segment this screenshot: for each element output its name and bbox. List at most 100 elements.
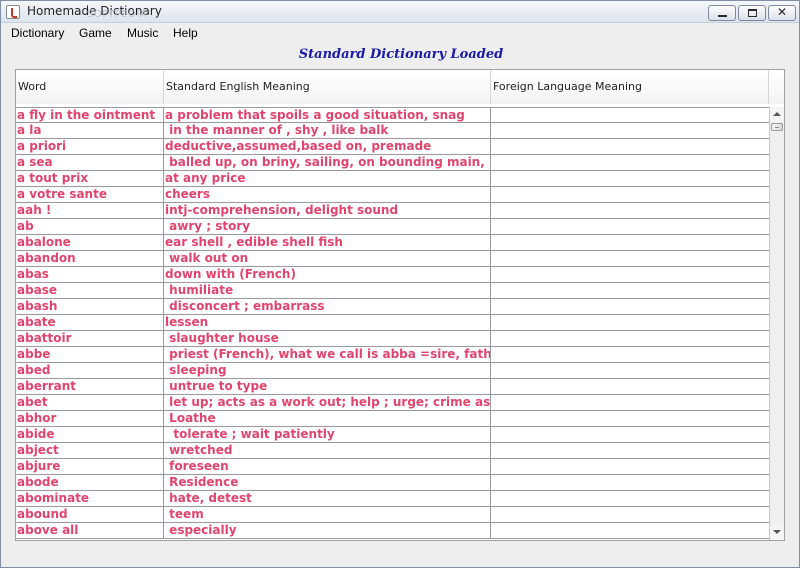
standard-meaning-cell[interactable]: disconcert ; embarrass — [164, 299, 491, 314]
standard-meaning-cell[interactable]: foreseen — [164, 459, 491, 474]
standard-meaning-cell[interactable]: intj-comprehension, delight sound — [164, 203, 491, 218]
standard-meaning-cell[interactable]: tolerate ; wait patiently — [164, 427, 491, 442]
foreign-meaning-cell[interactable] — [491, 363, 769, 378]
word-cell[interactable]: aah ! — [16, 203, 164, 218]
standard-meaning-cell[interactable]: Residence — [164, 475, 491, 490]
foreign-meaning-cell[interactable] — [491, 203, 769, 218]
standard-meaning-cell[interactable]: in the manner of , shy , like balk — [164, 123, 491, 138]
word-cell[interactable]: a priori — [16, 139, 164, 154]
table-row[interactable]: abide tolerate ; wait patiently — [16, 427, 769, 443]
word-cell[interactable]: a la — [16, 123, 164, 138]
standard-meaning-cell[interactable]: awry ; story — [164, 219, 491, 234]
scroll-thumb[interactable] — [771, 123, 783, 131]
menu-music[interactable]: Music — [127, 26, 158, 40]
foreign-meaning-cell[interactable] — [491, 283, 769, 298]
standard-meaning-cell[interactable]: untrue to type — [164, 379, 491, 394]
close-button[interactable]: ✕ — [768, 5, 796, 21]
table-row[interactable]: a sea balled up, on briny, sailing, on b… — [16, 155, 769, 171]
table-row[interactable]: a la in the manner of , shy , like balk — [16, 123, 769, 139]
column-header-word[interactable]: Word — [16, 70, 164, 104]
table-row[interactable]: aberrant untrue to type — [16, 379, 769, 395]
word-cell[interactable]: abate — [16, 315, 164, 330]
foreign-meaning-cell[interactable] — [491, 123, 769, 138]
table-row[interactable]: aah ! intj-comprehension, delight sound — [16, 203, 769, 219]
standard-meaning-cell[interactable]: Loathe — [164, 411, 491, 426]
word-cell[interactable]: abhor — [16, 411, 164, 426]
word-cell[interactable]: abash — [16, 299, 164, 314]
standard-meaning-cell[interactable]: teem — [164, 507, 491, 522]
word-cell[interactable]: a tout prix — [16, 171, 164, 186]
table-row[interactable]: abas down with (French) — [16, 267, 769, 283]
foreign-meaning-cell[interactable] — [491, 267, 769, 282]
foreign-meaning-cell[interactable] — [491, 379, 769, 394]
table-row[interactable]: abandon walk out on — [16, 251, 769, 267]
foreign-meaning-cell[interactable] — [491, 395, 769, 410]
standard-meaning-cell[interactable]: cheers — [164, 187, 491, 202]
table-row[interactable]: abbe priest (French), what we call is ab… — [16, 347, 769, 363]
table-row[interactable]: abjure foreseen — [16, 459, 769, 475]
word-cell[interactable]: abandon — [16, 251, 164, 266]
table-row[interactable]: a votre sante cheers — [16, 187, 769, 203]
table-row[interactable]: abattoir slaughter house — [16, 331, 769, 347]
table-row[interactable]: ab awry ; story — [16, 219, 769, 235]
standard-meaning-cell[interactable]: deductive,assumed,based on, premade — [164, 139, 491, 154]
scroll-up-button[interactable] — [770, 107, 784, 122]
standard-meaning-cell[interactable]: balled up, on briny, sailing, on boundin… — [164, 155, 491, 170]
word-cell[interactable]: abed — [16, 363, 164, 378]
table-row[interactable]: abash disconcert ; embarrass — [16, 299, 769, 315]
column-header-standard-meaning[interactable]: Standard English Meaning — [164, 70, 491, 104]
foreign-meaning-cell[interactable] — [491, 139, 769, 154]
table-row[interactable]: abode Residence — [16, 475, 769, 491]
foreign-meaning-cell[interactable] — [491, 427, 769, 442]
word-cell[interactable]: abbe — [16, 347, 164, 362]
word-cell[interactable]: abominate — [16, 491, 164, 506]
standard-meaning-cell[interactable]: humiliate — [164, 283, 491, 298]
menu-game[interactable]: Game — [79, 26, 112, 40]
word-cell[interactable]: abase — [16, 283, 164, 298]
foreign-meaning-cell[interactable] — [491, 475, 769, 490]
word-cell[interactable]: abound — [16, 507, 164, 522]
word-cell[interactable]: abet — [16, 395, 164, 410]
foreign-meaning-cell[interactable] — [491, 443, 769, 458]
table-row[interactable]: abominate hate, detest — [16, 491, 769, 507]
standard-meaning-cell[interactable]: ear shell , edible shell fish — [164, 235, 491, 250]
table-row[interactable]: a fly in the ointment a problem that spoi… — [16, 107, 769, 123]
word-cell[interactable]: abide — [16, 427, 164, 442]
standard-meaning-cell[interactable]: especially — [164, 523, 491, 538]
word-cell[interactable]: ab — [16, 219, 164, 234]
foreign-meaning-cell[interactable] — [491, 108, 769, 123]
standard-meaning-cell[interactable]: down with (French) — [164, 267, 491, 282]
maximize-button[interactable] — [738, 5, 766, 21]
table-row[interactable]: a priori deductive,assumed,based on, prem… — [16, 139, 769, 155]
foreign-meaning-cell[interactable] — [491, 187, 769, 202]
word-cell[interactable]: abattoir — [16, 331, 164, 346]
standard-meaning-cell[interactable]: hate, detest — [164, 491, 491, 506]
word-cell[interactable]: a sea — [16, 155, 164, 170]
foreign-meaning-cell[interactable] — [491, 507, 769, 522]
table-row[interactable]: abalone ear shell , edible shell fish — [16, 235, 769, 251]
table-row[interactable]: abject wretched — [16, 443, 769, 459]
foreign-meaning-cell[interactable] — [491, 459, 769, 474]
foreign-meaning-cell[interactable] — [491, 171, 769, 186]
word-cell[interactable]: abjure — [16, 459, 164, 474]
foreign-meaning-cell[interactable] — [491, 331, 769, 346]
standard-meaning-cell[interactable]: a problem that spoils a good situation, … — [164, 108, 491, 123]
foreign-meaning-cell[interactable] — [491, 299, 769, 314]
table-row[interactable]: a tout prix at any price — [16, 171, 769, 187]
foreign-meaning-cell[interactable] — [491, 523, 769, 538]
foreign-meaning-cell[interactable] — [491, 155, 769, 170]
word-cell[interactable]: abject — [16, 443, 164, 458]
word-cell[interactable]: a votre sante — [16, 187, 164, 202]
word-cell[interactable]: abalone — [16, 235, 164, 250]
standard-meaning-cell[interactable]: slaughter house — [164, 331, 491, 346]
word-cell[interactable]: aberrant — [16, 379, 164, 394]
foreign-meaning-cell[interactable] — [491, 411, 769, 426]
word-cell[interactable]: abode — [16, 475, 164, 490]
column-header-foreign-meaning[interactable]: Foreign Language Meaning — [491, 70, 769, 104]
foreign-meaning-cell[interactable] — [491, 219, 769, 234]
foreign-meaning-cell[interactable] — [491, 491, 769, 506]
vertical-scrollbar[interactable] — [769, 107, 784, 540]
foreign-meaning-cell[interactable] — [491, 235, 769, 250]
table-row[interactable]: abate lessen — [16, 315, 769, 331]
table-row[interactable]: abound teem — [16, 507, 769, 523]
